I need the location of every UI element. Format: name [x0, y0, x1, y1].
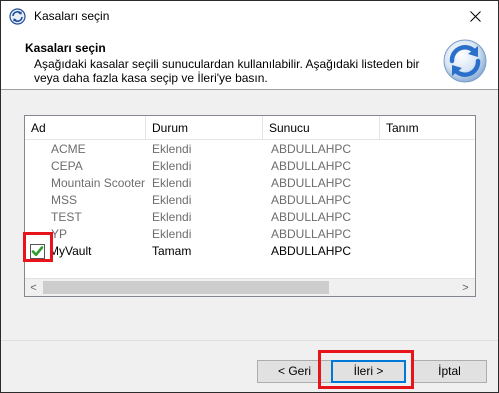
column-header-description[interactable]: Tanım — [380, 116, 475, 140]
vault-server: ABDULLAHPC — [271, 193, 352, 207]
refresh-arrows-icon — [443, 39, 487, 83]
vault-server: ABDULLAHPC — [271, 244, 352, 258]
vault-name: CEPA — [51, 159, 83, 173]
vault-status: Eklendi — [152, 142, 192, 156]
back-button[interactable]: < Geri — [257, 360, 332, 383]
checkmark-icon — [31, 246, 44, 257]
scroll-thumb[interactable] — [43, 281, 329, 294]
vault-status: Eklendi — [152, 176, 192, 190]
vault-status: Eklendi — [152, 227, 192, 241]
close-icon — [469, 11, 481, 22]
page-description: Aşağıdaki kasalar seçili sunuculardan ku… — [34, 57, 420, 85]
horizontal-scrollbar[interactable]: < > — [25, 278, 475, 296]
vault-name: TEST — [51, 210, 82, 224]
vault-name: ACME — [51, 142, 86, 156]
app-icon — [9, 8, 26, 25]
wizard-window: Kasaları seçin Kasaları seçin Aşağıdaki … — [0, 0, 499, 393]
vault-status: Eklendi — [152, 193, 192, 207]
vault-server: ABDULLAHPC — [271, 227, 352, 241]
title-bar: Kasaları seçin — [1, 1, 498, 32]
list-header: Ad Durum Sunucu Tanım — [25, 116, 475, 140]
cancel-button[interactable]: İptal — [412, 360, 487, 383]
vault-status: Eklendi — [152, 159, 192, 173]
vault-server: ABDULLAHPC — [271, 159, 352, 173]
wizard-header: Kasaları seçin Aşağıdaki kasalar seçili … — [1, 32, 498, 90]
footer-divider — [1, 340, 498, 341]
list-item-mountain-scooter[interactable]: Mountain Scooter... Eklendi ABDULLAHPC — [25, 175, 475, 192]
vault-status: Tamam — [152, 244, 192, 258]
list-item-cepa[interactable]: CEPA Eklendi ABDULLAHPC — [25, 158, 475, 175]
list-item-acme[interactable]: ACME Eklendi ABDULLAHPC — [25, 141, 475, 158]
list-item-yp[interactable]: YP Eklendi ABDULLAHPC — [25, 226, 475, 243]
vault-name: MyVault — [49, 244, 92, 258]
scroll-right-icon[interactable]: > — [457, 279, 474, 296]
close-button[interactable] — [452, 1, 498, 32]
vault-name: YP — [51, 227, 68, 241]
next-button[interactable]: İleri > — [331, 360, 406, 383]
vault-name: Mountain Scooter... — [51, 176, 145, 190]
column-header-status[interactable]: Durum — [146, 116, 262, 140]
vault-status: Eklendi — [152, 210, 192, 224]
vault-list[interactable]: Ad Durum Sunucu Tanım ACME Eklendi ABDUL… — [24, 115, 476, 297]
vault-name: MSS — [51, 193, 78, 207]
vault-server: ABDULLAHPC — [271, 210, 352, 224]
list-item-mss[interactable]: MSS Eklendi ABDULLAHPC — [25, 192, 475, 209]
list-item-myvault[interactable]: MyVault Tamam ABDULLAHPC — [25, 243, 475, 260]
page-title: Kasaları seçin — [25, 41, 106, 55]
vault-server: ABDULLAHPC — [271, 142, 352, 156]
window-title: Kasaları seçin — [34, 9, 110, 23]
list-item-test[interactable]: TEST Eklendi ABDULLAHPC — [25, 209, 475, 226]
column-header-server[interactable]: Sunucu — [263, 116, 379, 140]
vault-server: ABDULLAHPC — [271, 176, 352, 190]
scroll-left-icon[interactable]: < — [25, 279, 42, 296]
myvault-checkbox[interactable] — [30, 244, 45, 259]
column-header-name[interactable]: Ad — [25, 116, 145, 140]
